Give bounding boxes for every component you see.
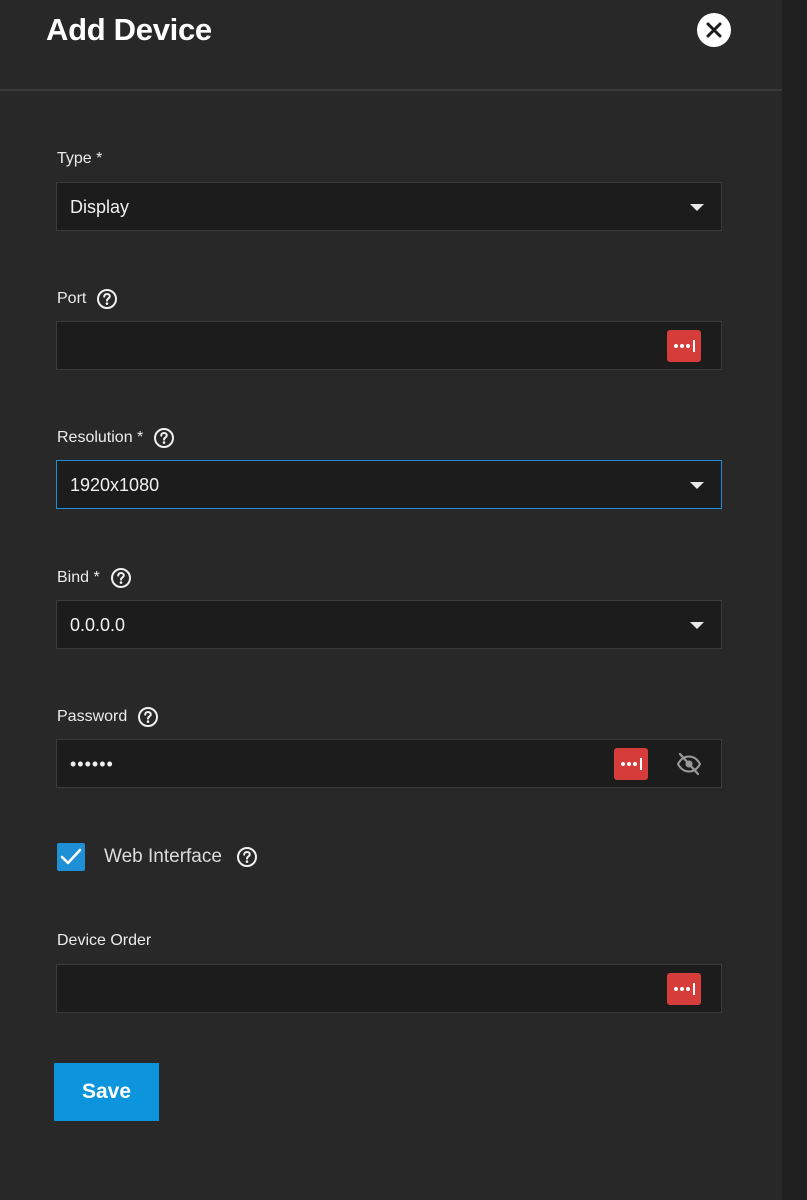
password-manager-icon[interactable]: [667, 973, 701, 1005]
password-label: Password: [57, 706, 159, 728]
type-label: Type *: [57, 150, 103, 167]
password-manager-icon[interactable]: [667, 330, 701, 362]
password-help-icon[interactable]: [137, 706, 159, 728]
web-interface-help-icon[interactable]: [236, 846, 258, 868]
resolution-select[interactable]: 1920x1080: [56, 460, 722, 509]
resolution-help-icon[interactable]: [153, 427, 175, 449]
checkmark-icon: [60, 848, 82, 865]
device-order-input[interactable]: [56, 964, 722, 1013]
bind-help-icon[interactable]: [110, 567, 132, 589]
web-interface-checkbox[interactable]: [57, 843, 85, 871]
device-order-label: Device Order: [57, 932, 152, 949]
close-button[interactable]: [697, 13, 731, 47]
bind-select[interactable]: 0.0.0.0: [56, 600, 722, 649]
resolution-label: Resolution *: [57, 427, 175, 449]
password-input-value: ••••••: [70, 754, 114, 774]
password-input[interactable]: ••••••: [56, 739, 722, 788]
dropdown-caret-icon: [690, 204, 704, 211]
type-select-value: Display: [70, 197, 130, 217]
add-device-panel: Add Device Type * Display Port Resolutio…: [0, 0, 782, 1200]
bind-label: Bind *: [57, 567, 132, 589]
dialog-title: Add Device: [46, 12, 212, 47]
resolution-select-value: 1920x1080: [70, 475, 160, 495]
close-icon: [706, 22, 722, 38]
port-help-icon[interactable]: [96, 288, 118, 310]
bind-select-value: 0.0.0.0: [70, 615, 126, 635]
scrollbar-track[interactable]: [782, 0, 807, 1200]
port-label: Port: [57, 288, 118, 310]
eye-off-icon[interactable]: [676, 752, 702, 776]
web-interface-label: Web Interface: [104, 846, 258, 868]
save-button[interactable]: Save: [54, 1063, 159, 1121]
dialog-header: Add Device: [0, 0, 782, 91]
dropdown-caret-icon: [690, 622, 704, 629]
password-manager-icon[interactable]: [614, 748, 648, 780]
type-select[interactable]: Display: [56, 182, 722, 231]
dropdown-caret-icon: [690, 482, 704, 489]
port-input[interactable]: [56, 321, 722, 370]
